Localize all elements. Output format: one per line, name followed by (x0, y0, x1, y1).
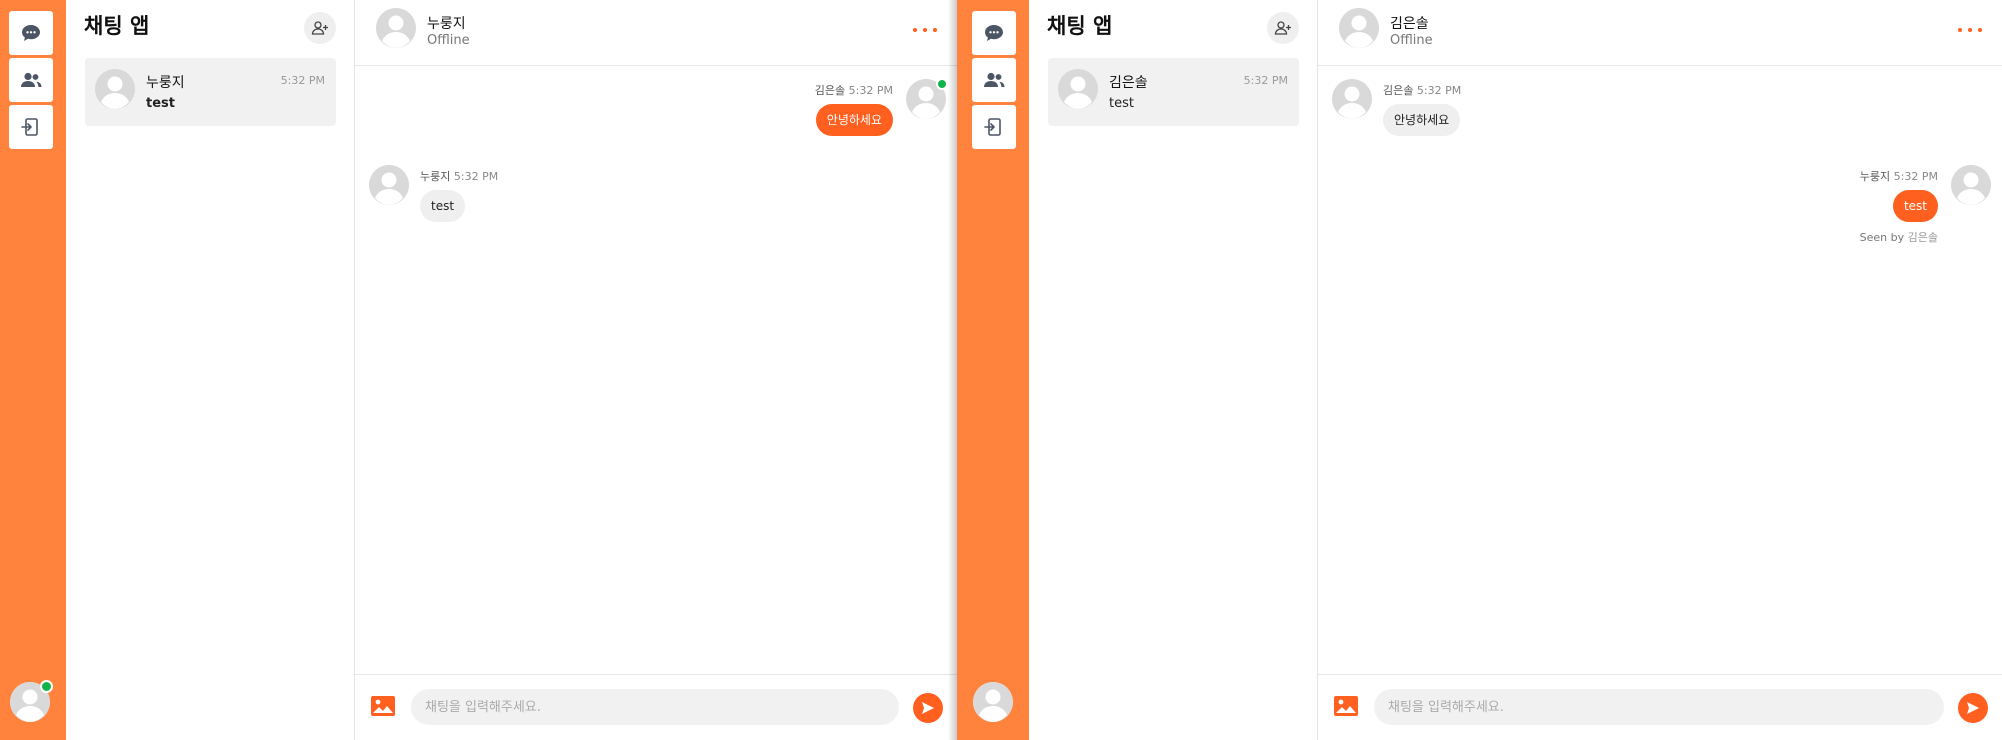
message-meta: 누룽지 5:32 PM (420, 168, 498, 184)
conversation-list-panel: 채팅 앱 김은솔 5:32 PM test (1029, 0, 1318, 740)
message-composer (355, 674, 957, 740)
friends-nav-button[interactable] (9, 58, 53, 102)
message-bubble: 안녕하세요 (1383, 104, 1461, 136)
chats-nav-button[interactable] (9, 11, 53, 55)
more-options-button[interactable] (913, 20, 937, 40)
conversation-item[interactable]: 김은솔 5:32 PM test (1048, 58, 1299, 126)
avatar-icon (973, 682, 1013, 722)
chat-panel: 누룽지 Offline 김은솔 5:32 PM 안녕하세요 누룽지 5:32 P… (355, 0, 957, 740)
logout-nav-button[interactable] (972, 105, 1016, 149)
message-time: 5:32 PM (453, 170, 499, 183)
avatar-icon (95, 69, 135, 109)
avatar-icon (369, 165, 409, 205)
message-meta: 김은솔 5:32 PM (1383, 82, 1461, 98)
seen-label: Seen by (1859, 231, 1905, 244)
user-plus-icon (311, 21, 328, 35)
sender-avatar (906, 78, 948, 119)
send-button[interactable] (913, 693, 943, 723)
contact-avatar[interactable] (376, 8, 416, 48)
friends-nav-button[interactable] (972, 58, 1016, 102)
message-time: 5:32 PM (848, 84, 893, 97)
chat-header: 김은솔 Offline (1318, 0, 2002, 66)
app-title: 채팅 앱 (1047, 14, 1113, 38)
chats-nav-button[interactable] (972, 11, 1016, 55)
conversation-preview: test (1109, 96, 1134, 111)
avatar-icon (1332, 79, 1372, 119)
conversation-name: 누룽지 (146, 75, 185, 91)
conversation-time: 5:32 PM (280, 74, 325, 87)
image-icon (371, 696, 395, 716)
chat-panel: 김은솔 Offline 김은솔 5:32 PM 안녕하세요 누룽지 5:32 P… (1318, 0, 2002, 740)
more-dots-icon (1958, 28, 1962, 32)
message-input[interactable] (1374, 689, 1944, 725)
conversation-item[interactable]: 누룽지 5:32 PM test (85, 58, 336, 126)
message-sent: 누룽지 5:32 PM test Seen by 김은솔 (1318, 165, 2002, 249)
message-meta: 누룽지 5:32 PM (1860, 168, 1938, 184)
conversation-time: 5:32 PM (1243, 74, 1288, 87)
users-icon (984, 72, 1005, 87)
attach-image-button[interactable] (1333, 695, 1359, 717)
avatar-icon (1339, 8, 1379, 48)
seen-by-name: 김은솔 (1907, 231, 1938, 244)
image-icon (1334, 696, 1358, 716)
message-sender: 김은솔 (1383, 84, 1414, 97)
chat-bubble-icon (985, 25, 1003, 41)
contact-name: 김은솔 (1390, 16, 1429, 32)
user-plus-icon (1274, 21, 1291, 35)
users-icon (21, 72, 42, 87)
my-profile-avatar[interactable] (973, 682, 1013, 722)
conversation-name: 김은솔 (1109, 75, 1148, 91)
online-status-dot (936, 78, 948, 90)
message-composer (1318, 674, 2002, 740)
app-title: 채팅 앱 (84, 14, 150, 38)
message-bubble: test (420, 190, 466, 222)
logout-nav-button[interactable] (9, 105, 53, 149)
chat-bubble-icon (22, 25, 40, 41)
message-meta: 김은솔 5:32 PM (815, 82, 893, 98)
message-sent: 김은솔 5:32 PM 안녕하세요 (355, 78, 957, 139)
my-profile-avatar[interactable] (10, 680, 53, 722)
chat-window-left: 채팅 앱 누룽지 5:32 PM test 누룽지 Offline 김은솔 5:… (0, 0, 957, 740)
contact-status: Offline (1390, 33, 1433, 48)
nav-rail (0, 0, 66, 740)
message-sender: 누룽지 (420, 170, 451, 183)
chat-header: 누룽지 Offline (355, 0, 957, 66)
add-friend-button[interactable] (304, 12, 336, 44)
more-options-button[interactable] (1958, 20, 1982, 40)
contact-status: Offline (427, 33, 470, 48)
sender-avatar (369, 165, 409, 205)
online-status-dot (40, 680, 53, 693)
contact-name: 누룽지 (427, 16, 466, 32)
send-icon (922, 702, 934, 714)
sender-avatar (1332, 79, 1372, 119)
message-received: 김은솔 5:32 PM 안녕하세요 (1318, 79, 2002, 139)
sender-avatar (1951, 165, 1991, 205)
send-icon (1967, 702, 1979, 714)
logout-icon (984, 118, 1001, 136)
add-friend-button[interactable] (1267, 12, 1299, 44)
message-bubble: test (1892, 190, 1938, 222)
message-bubble: 안녕하세요 (815, 104, 893, 136)
message-sender: 누룽지 (1859, 170, 1891, 183)
message-received: 누룽지 5:32 PM test (355, 165, 957, 225)
conversation-preview: test (146, 96, 175, 111)
attach-image-button[interactable] (370, 695, 396, 717)
avatar (1058, 69, 1098, 109)
more-dots-icon (913, 28, 917, 32)
nav-rail (957, 0, 1029, 740)
send-button[interactable] (1958, 693, 1988, 723)
avatar-icon (1951, 165, 1991, 205)
seen-receipt: Seen by 김은솔 (1860, 229, 1938, 245)
message-time: 5:32 PM (1416, 84, 1462, 97)
conversation-list-panel: 채팅 앱 누룽지 5:32 PM test (66, 0, 355, 740)
avatar-icon (1058, 69, 1098, 109)
message-time: 5:32 PM (1893, 170, 1938, 183)
logout-icon (21, 118, 38, 136)
chat-window-right: 채팅 앱 김은솔 5:32 PM test 김은솔 Offline 김은솔 5:… (957, 0, 2002, 740)
message-input[interactable] (411, 689, 899, 725)
contact-avatar[interactable] (1339, 8, 1379, 48)
avatar-icon (376, 8, 416, 48)
message-sender: 김은솔 (814, 84, 846, 97)
avatar (95, 69, 135, 109)
